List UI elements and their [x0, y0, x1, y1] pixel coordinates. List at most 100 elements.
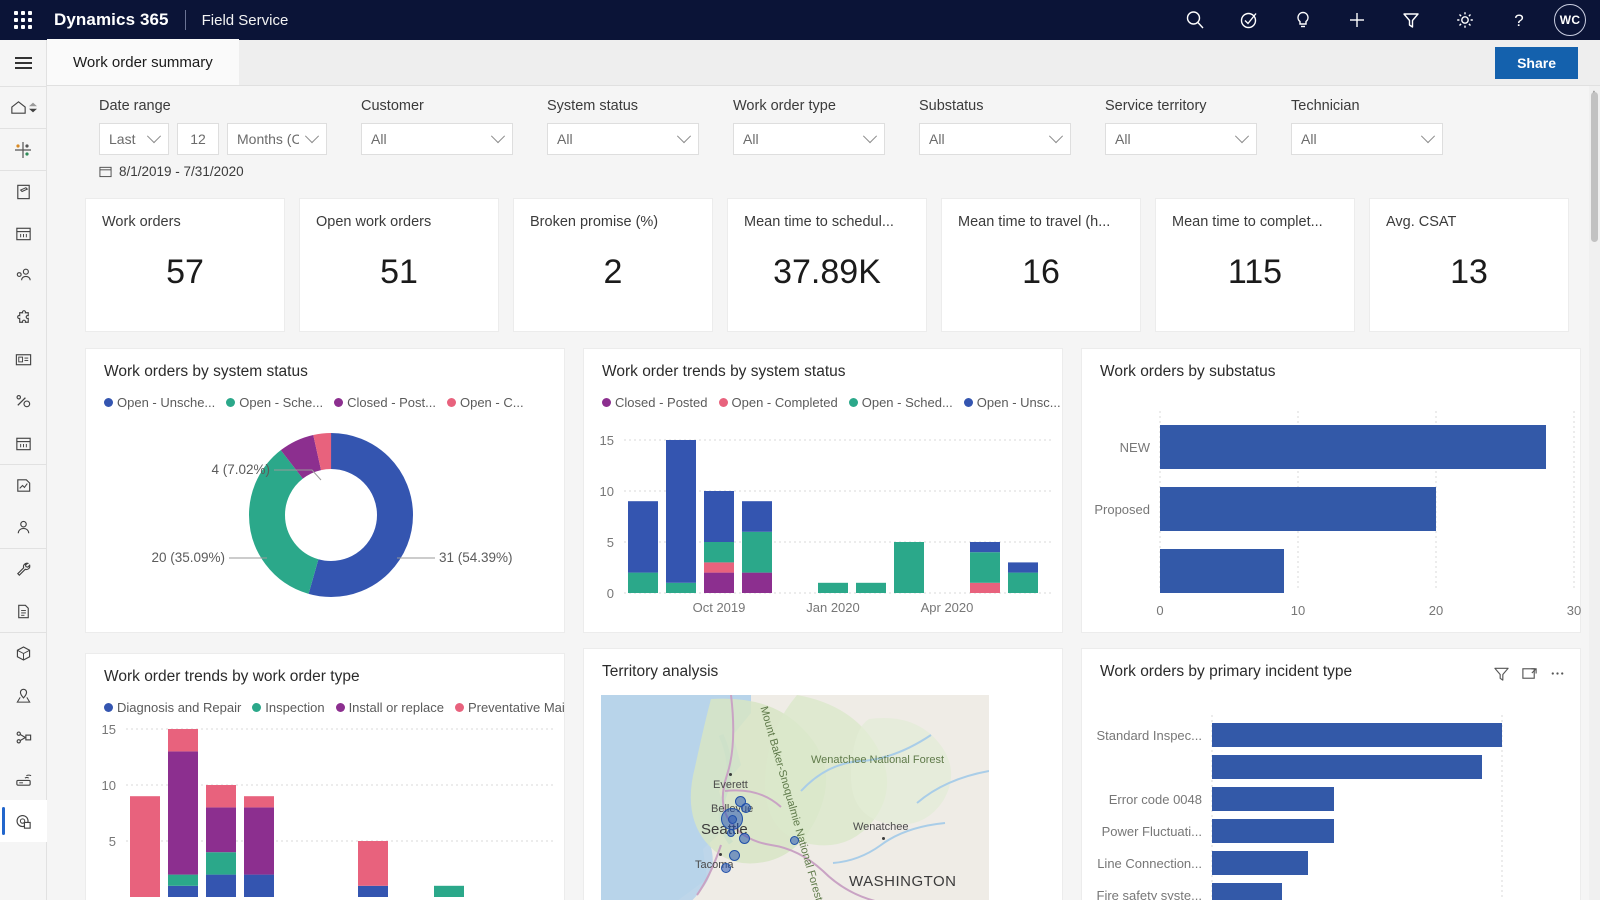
map-pin[interactable] — [727, 829, 735, 837]
kpi-card-mean-time-to-schedule[interactable]: Mean time to schedul... 37.89K — [727, 198, 927, 332]
sidebar-item-resources[interactable] — [0, 506, 47, 548]
system-status-select[interactable]: All — [547, 123, 699, 155]
help-icon[interactable]: ? — [1492, 0, 1546, 40]
legend-item[interactable]: Open - C... — [446, 395, 524, 410]
legend-swatch — [718, 398, 728, 407]
legend-item[interactable]: Open - Sched... — [848, 395, 953, 410]
sidebar-item-territories[interactable] — [0, 674, 47, 716]
service-territory-select[interactable]: All — [1105, 123, 1257, 155]
focus-mode-icon[interactable] — [1521, 665, 1538, 687]
panel-title: Work order trends by work order type — [104, 668, 360, 685]
iot-device-icon — [15, 774, 31, 786]
legend-item[interactable]: Open - Unsche... — [104, 395, 215, 410]
sidebar-item-work-orders[interactable] — [0, 170, 47, 212]
work-order-type-select[interactable]: All — [733, 123, 885, 155]
y-tick-label: Power Fluctuati... — [1102, 824, 1202, 839]
date-range-unit-select[interactable]: Months (C... — [227, 123, 327, 155]
legend-item[interactable]: Install or replace — [335, 700, 444, 715]
lightbulb-icon[interactable] — [1276, 0, 1330, 40]
search-icon[interactable] — [1168, 0, 1222, 40]
sidebar-item-iot-devices[interactable] — [0, 758, 47, 800]
date-range-relative-select[interactable]: Last — [99, 123, 169, 155]
app-launcher-button[interactable] — [0, 11, 46, 29]
legend-item[interactable]: Closed - Posted — [602, 395, 708, 410]
technician-select[interactable]: All — [1291, 123, 1443, 155]
bar-new — [1160, 425, 1546, 469]
bar-proposed — [1160, 487, 1436, 531]
kpi-card-avg-csat[interactable]: Avg. CSAT 13 — [1369, 198, 1569, 332]
puzzle-icon — [16, 309, 29, 323]
chevron-updown-icon — [29, 102, 37, 113]
sidebar-item-agreements[interactable] — [0, 464, 47, 506]
site-map-toggle-button[interactable] — [0, 40, 47, 86]
share-button[interactable]: Share — [1495, 47, 1578, 79]
kpi-card-mean-time-to-complete[interactable]: Mean time to complet... 115 — [1155, 198, 1355, 332]
panel-territory-analysis[interactable]: Territory analysis Everett Seattle Tacom… — [583, 648, 1063, 900]
sidebar-item-schedule[interactable] — [0, 212, 47, 254]
kpi-value: 2 — [603, 253, 623, 291]
kpi-title: Mean time to travel (h... — [958, 214, 1111, 230]
kpi-card-mean-time-to-travel[interactable]: Mean time to travel (h... 16 — [941, 198, 1141, 332]
filter-service-territory: Service territory All — [1105, 98, 1257, 155]
panel-work-orders-by-substatus[interactable]: Work orders by substatus NEW Proposed 0 … — [1081, 348, 1581, 633]
sidebar-item-assets[interactable] — [0, 296, 47, 338]
y-tick-label: Proposed — [1094, 502, 1150, 517]
sidebar-item-connected-field-service[interactable] — [0, 716, 47, 758]
map-pin[interactable] — [790, 836, 799, 845]
map-pin[interactable] — [721, 863, 731, 873]
sidebar-item-analytics[interactable] — [0, 800, 47, 842]
date-range-count-input[interactable]: 12 — [177, 123, 219, 155]
gear-icon[interactable] — [1438, 0, 1492, 40]
sidebar-item-accounts[interactable] — [0, 338, 47, 380]
filter-icon[interactable] — [1493, 665, 1510, 687]
territory-map[interactable]: Everett Bellevue Seattle Tacoma Wenatche… — [601, 695, 989, 900]
legend-item[interactable]: Closed - Post... — [334, 395, 436, 410]
customer-select[interactable]: All — [361, 123, 513, 155]
scrollbar-thumb[interactable] — [1591, 92, 1598, 242]
panel-work-order-trends-by-system-status[interactable]: Work order trends by system status Close… — [583, 348, 1063, 633]
app-name[interactable]: Field Service — [202, 12, 289, 29]
bar-fire-safety-system — [1212, 883, 1282, 900]
map-pin[interactable] — [728, 815, 737, 824]
sidebar-item-bookings[interactable] — [0, 422, 47, 464]
legend-item[interactable]: Open - Sche... — [226, 395, 323, 410]
sidebar-item-home[interactable] — [0, 86, 47, 128]
sidebar-item-invoices[interactable] — [0, 590, 47, 632]
panel-work-orders-by-system-status[interactable]: Work orders by system status Open - Unsc… — [85, 348, 565, 633]
avatar[interactable]: WC — [1554, 4, 1586, 36]
kpi-card-work-orders[interactable]: Work orders 57 — [85, 198, 285, 332]
tab-work-order-summary[interactable]: Work order summary — [47, 39, 239, 85]
horizontal-bar-chart-incident-type: Standard Inspec... Error code 0048 Power… — [1096, 715, 1503, 900]
panel-work-order-trends-by-work-order-type[interactable]: Work order trends by work order type Dia… — [85, 653, 565, 900]
brand-title[interactable]: Dynamics 365 — [46, 10, 169, 30]
filter-icon[interactable] — [1384, 0, 1438, 40]
panel-work-orders-by-primary-incident-type[interactable]: Work orders by primary incident type Sta… — [1081, 648, 1581, 900]
legend-swatch — [848, 398, 858, 407]
sidebar-item-service-tasks[interactable] — [0, 380, 47, 422]
map-pin[interactable] — [741, 803, 751, 813]
legend-label: Diagnosis and Repair — [117, 700, 242, 715]
sidebar-item-settings[interactable] — [0, 548, 47, 590]
analytics-icon — [15, 814, 31, 829]
sidebar-item-customers[interactable] — [0, 254, 47, 296]
location-icon — [15, 688, 31, 703]
sidebar-item-inventory[interactable] — [0, 632, 47, 674]
legend-item[interactable]: Open - Completed — [718, 395, 838, 410]
legend-item[interactable]: Preventative Mai... — [454, 700, 564, 715]
map-pin[interactable] — [739, 833, 750, 844]
legend-item[interactable]: Open - Unsc... — [963, 395, 1061, 410]
kpi-card-open-work-orders[interactable]: Open work orders 51 — [299, 198, 499, 332]
more-options-icon[interactable] — [1549, 665, 1566, 687]
diagnostics-icon[interactable] — [1222, 0, 1276, 40]
wrench-icon — [16, 562, 30, 577]
kpi-card-broken-promise[interactable]: Broken promise (%) 2 — [513, 198, 713, 332]
panel-tools — [1493, 649, 1580, 687]
legend-item[interactable]: Diagnosis and Repair — [104, 700, 241, 715]
vertical-scrollbar[interactable]: ▲ — [1589, 86, 1600, 900]
plus-icon[interactable] — [1330, 0, 1384, 40]
map-pin[interactable] — [729, 850, 740, 861]
waffle-icon — [14, 11, 32, 29]
legend-item[interactable]: Inspection — [252, 700, 325, 715]
sidebar-item-schedule-board[interactable] — [0, 128, 47, 170]
substatus-select[interactable]: All — [919, 123, 1071, 155]
